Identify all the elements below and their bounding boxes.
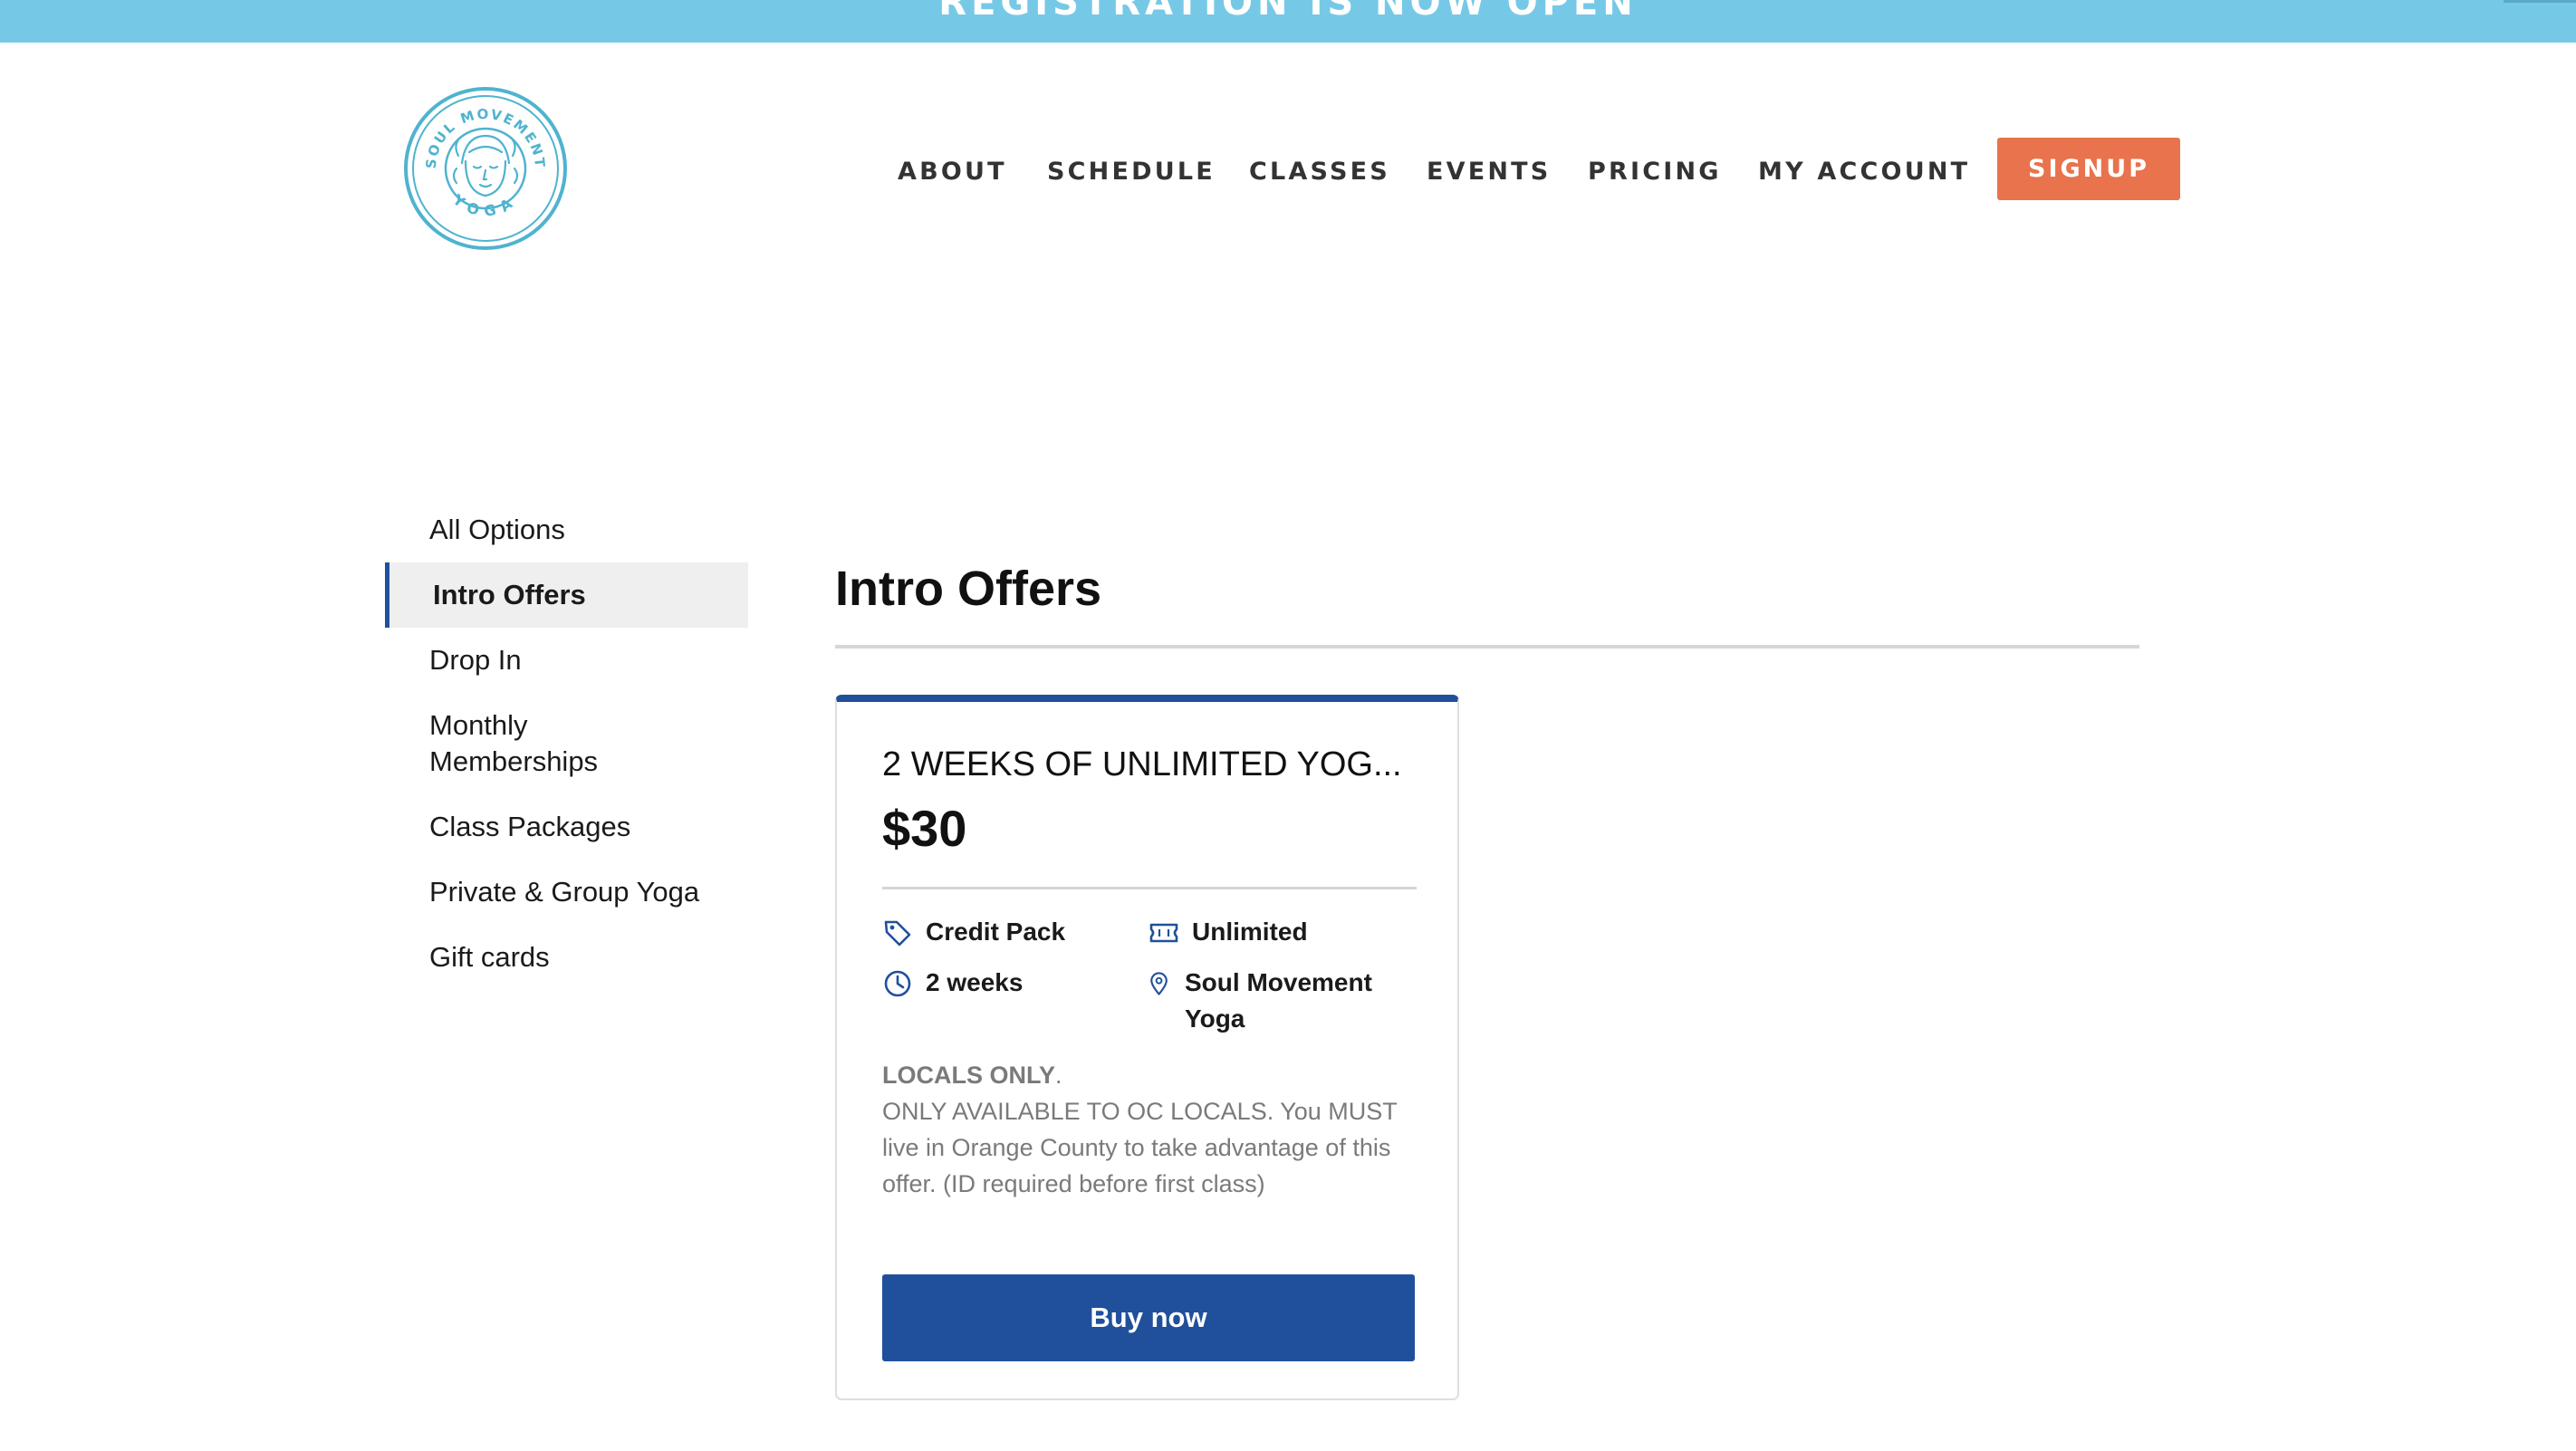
clock-icon — [884, 970, 911, 997]
logo-emblem-icon: SOUL MOVEMENT YOGA — [404, 87, 567, 250]
offer-card: 2 WEEKS OF UNLIMITED YOG... $30 Credit P… — [835, 695, 1459, 1400]
sidebar-item-all-options[interactable]: All Options — [429, 512, 565, 548]
sidebar-item-private-group-yoga[interactable]: Private & Group Yoga — [429, 874, 699, 910]
detail-location-label: Soul Movement Yoga — [1185, 968, 1372, 1033]
sidebar-item-drop-in[interactable]: Drop In — [429, 642, 522, 678]
nav-schedule[interactable]: SCHEDULE — [1047, 154, 1216, 190]
nav-events[interactable]: EVENTS — [1427, 154, 1551, 190]
location-pin-icon — [1150, 972, 1168, 995]
detail-type-label: Credit Pack — [926, 918, 1066, 946]
sidebar-item-intro-offers[interactable]: Intro Offers — [433, 577, 586, 613]
svg-text:SOUL MOVEMENT: SOUL MOVEMENT — [423, 106, 549, 169]
offer-price: $30 — [882, 800, 967, 857]
signup-button[interactable]: SIGNUP — [1997, 138, 2180, 200]
detail-location: Soul Movement Yoga — [1149, 965, 1384, 1037]
detail-duration: 2 weeks — [882, 965, 1023, 1001]
title-divider — [835, 645, 2139, 649]
detail-duration-label: 2 weeks — [926, 968, 1024, 996]
announcement-banner: REGISTRATION IS NOW OPEN — [0, 0, 2576, 43]
nav-my-account[interactable]: MY ACCOUNT — [1758, 154, 1970, 190]
card-divider — [882, 887, 1417, 889]
description-body: ONLY AVAILABLE TO OC LOCALS. You MUST li… — [882, 1098, 1398, 1197]
detail-usage: Unlimited — [1149, 914, 1308, 950]
nav-classes[interactable]: CLASSES — [1249, 154, 1390, 190]
sidebar-item-gift-cards[interactable]: Gift cards — [429, 939, 550, 975]
announcement-text: REGISTRATION IS NOW OPEN — [938, 0, 1638, 24]
nav-pricing[interactable]: PRICING — [1588, 154, 1722, 190]
description-headline-suffix: . — [1055, 1062, 1062, 1089]
nav-about[interactable]: ABOUT — [898, 154, 1007, 190]
offer-title[interactable]: 2 WEEKS OF UNLIMITED YOG... — [882, 742, 1408, 787]
detail-type: Credit Pack — [882, 914, 1065, 950]
brand-logo[interactable]: SOUL MOVEMENT YOGA — [402, 85, 569, 252]
sidebar-item-monthly-memberships[interactable]: Monthly Memberships — [429, 707, 629, 780]
logo-top-text: SOUL MOVEMENT — [423, 106, 547, 169]
offer-description: LOCALS ONLY. ONLY AVAILABLE TO OC LOCALS… — [882, 1057, 1417, 1202]
tag-icon — [884, 920, 911, 947]
description-headline: LOCALS ONLY — [882, 1062, 1056, 1089]
ticket-icon — [1149, 923, 1178, 943]
page-title: Intro Offers — [835, 562, 1102, 616]
buy-now-button[interactable]: Buy now — [882, 1274, 1415, 1361]
banner-edge-divider — [2504, 0, 2576, 3]
sidebar-item-class-packages[interactable]: Class Packages — [429, 809, 630, 845]
detail-usage-label: Unlimited — [1192, 918, 1308, 946]
